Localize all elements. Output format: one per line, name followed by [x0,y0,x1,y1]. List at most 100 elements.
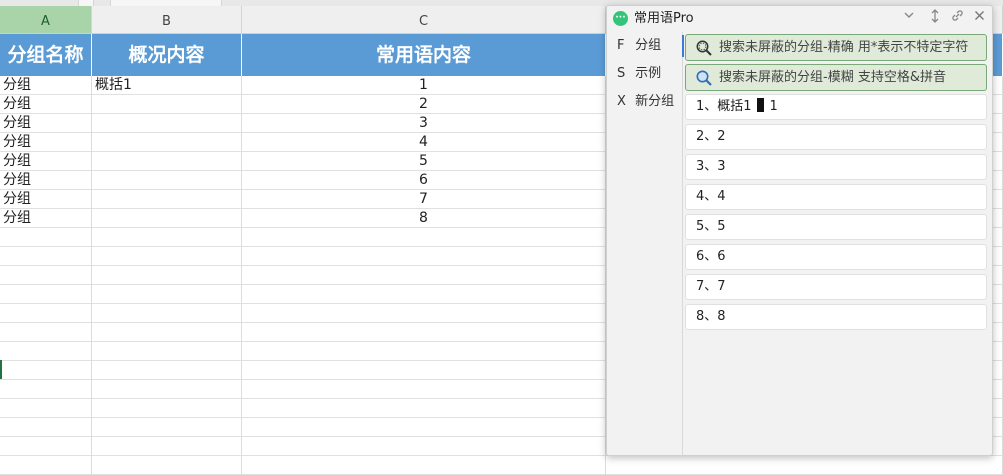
phrase-panel: ··· 常用语Pro F 分组 S 示例 X 新分组 搜索未屏蔽的分组-精确 用… [606,5,993,456]
cell-summary[interactable] [92,285,242,304]
search-fuzzy-input[interactable]: 搜索未屏蔽的分组-模糊 支持空格&拼音 [685,64,987,91]
cell-content[interactable] [242,380,606,399]
phrase-item[interactable]: 5、5 [685,214,987,240]
cell-group[interactable]: 分组 [0,209,92,228]
cell-content[interactable] [242,399,606,418]
column-header-c[interactable]: C [242,6,606,33]
cell-content[interactable]: 7 [242,190,606,209]
search-fuzzy-placeholder: 搜索未屏蔽的分组-模糊 支持空格&拼音 [719,70,946,85]
cell-content[interactable] [242,437,606,456]
cell-content[interactable] [242,418,606,437]
cell-group[interactable] [0,361,92,380]
cell-summary[interactable] [92,114,242,133]
header-cell-summary[interactable]: 概况内容 [92,34,242,76]
header-cell-content[interactable]: 常用语内容 [242,34,606,76]
cell-group[interactable]: 分组 [0,76,92,95]
row-selection-marker [0,360,2,379]
search-icon [696,70,712,86]
phrase-item-label: 2、2 [696,129,726,144]
phrase-item-label: 7、7 [696,279,726,294]
cell-summary[interactable] [92,437,242,456]
cell-group[interactable] [0,247,92,266]
phrase-item[interactable]: 1、概括1 1 [685,94,987,120]
cell-summary[interactable] [92,95,242,114]
cell-summary[interactable] [92,380,242,399]
cell-summary[interactable] [92,361,242,380]
phrase-item[interactable]: 6、6 [685,244,987,270]
cell-content[interactable]: 3 [242,114,606,133]
search-icon [696,40,712,56]
phrase-item[interactable]: 4、4 [685,184,987,210]
cell-group[interactable] [0,285,92,304]
cell-group[interactable] [0,418,92,437]
cell-summary[interactable] [92,247,242,266]
link-icon[interactable] [948,9,966,27]
cell-summary[interactable] [92,399,242,418]
sidebar-item-example[interactable]: S 示例 [607,60,683,88]
cell-content[interactable] [242,285,606,304]
cell-summary[interactable] [92,266,242,285]
cell-group[interactable]: 分组 [0,190,92,209]
cell-summary[interactable] [92,228,242,247]
phrase-item[interactable]: 3、3 [685,154,987,180]
cell-content[interactable] [242,304,606,323]
cell-group[interactable]: 分组 [0,114,92,133]
cell-group[interactable] [0,437,92,456]
cell-group[interactable]: 分组 [0,152,92,171]
cell-content[interactable]: 1 [242,76,606,95]
cell-group[interactable] [0,228,92,247]
cell-summary[interactable]: 概括1 [92,76,242,95]
cell-summary[interactable] [92,304,242,323]
header-cell-group-name[interactable]: 分组名称 [0,34,92,76]
cell-summary[interactable] [92,418,242,437]
cell-group[interactable]: 分组 [0,171,92,190]
cell-group[interactable] [0,323,92,342]
close-icon[interactable] [970,9,988,27]
cell-content[interactable] [242,323,606,342]
cell-group[interactable] [0,399,92,418]
sidebar-item-label: 新分组 [635,94,675,109]
cell-content[interactable]: 8 [242,209,606,228]
cell-summary[interactable] [92,190,242,209]
cell-content[interactable] [242,361,606,380]
search-exact-placeholder: 搜索未屏蔽的分组-精确 用*表示不特定字符 [719,40,969,55]
cell-group[interactable]: 分组 [0,95,92,114]
panel-title: 常用语Pro [634,11,694,26]
cell-summary[interactable] [92,171,242,190]
chevron-down-icon[interactable] [900,9,918,27]
sidebar-item-key: S [617,66,626,81]
cell-summary[interactable] [92,152,242,171]
cell-group[interactable] [0,266,92,285]
search-exact-input[interactable]: 搜索未屏蔽的分组-精确 用*表示不特定字符 [685,34,987,61]
cell-content[interactable]: 5 [242,152,606,171]
cell-content[interactable] [242,228,606,247]
cell-content[interactable] [242,266,606,285]
cell-content[interactable]: 4 [242,133,606,152]
panel-titlebar[interactable]: ··· 常用语Pro [607,6,992,32]
cell-summary[interactable] [92,209,242,228]
cell-content[interactable] [242,342,606,361]
cell-content[interactable] [242,247,606,266]
phrase-item-label: 1、概括1 [696,99,752,114]
cell-content[interactable]: 6 [242,171,606,190]
column-header-a[interactable]: A [0,6,92,33]
sidebar-item-key: X [617,94,626,109]
column-header-b[interactable]: B [92,6,242,33]
phrase-item-label: 8、8 [696,309,726,324]
resize-vertical-icon[interactable] [926,9,944,27]
sidebar-item-group[interactable]: F 分组 [607,32,684,60]
cell-summary[interactable] [92,323,242,342]
phrase-item[interactable]: 2、2 [685,124,987,150]
phrase-item[interactable]: 8、8 [685,304,987,330]
sidebar-item-new-group[interactable]: X 新分组 [607,88,683,116]
cell-group[interactable] [0,304,92,323]
cell-content[interactable]: 2 [242,95,606,114]
cell-group[interactable] [0,342,92,361]
cell-summary[interactable] [92,133,242,152]
cell-group[interactable]: 分组 [0,133,92,152]
cell-group[interactable] [0,380,92,399]
text-cursor-block [756,98,764,112]
cell-summary[interactable] [92,342,242,361]
phrase-item[interactable]: 7、7 [685,274,987,300]
phrase-item-value: 1 [769,99,778,114]
